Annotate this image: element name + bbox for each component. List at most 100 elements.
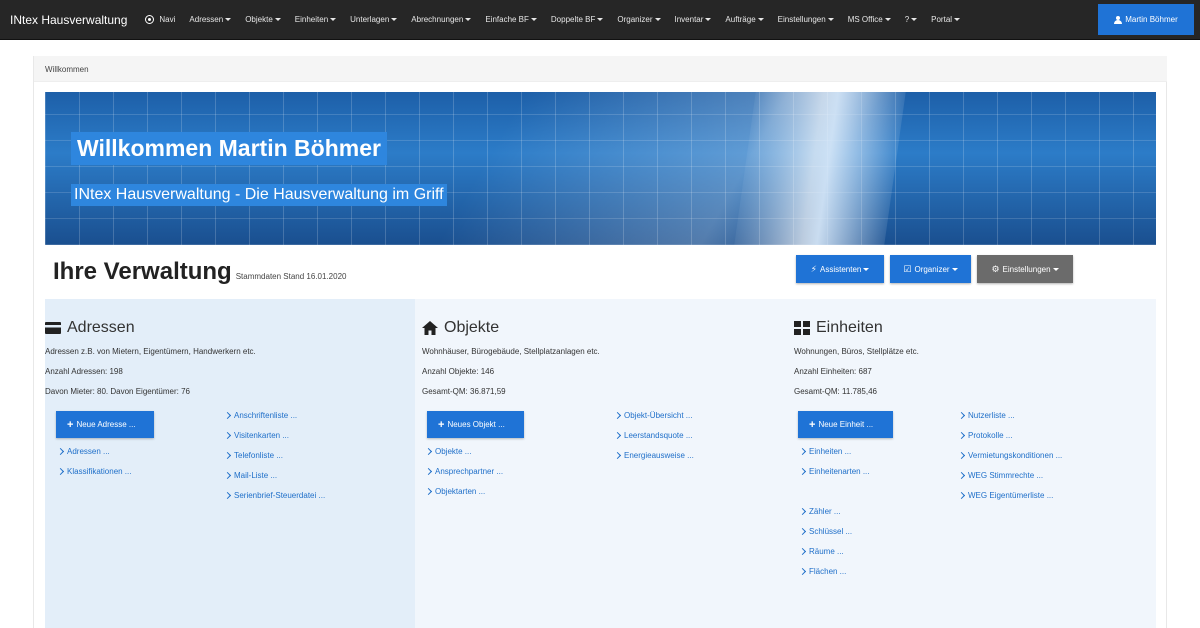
- nav-objekte[interactable]: Objekte: [245, 15, 281, 24]
- link-objekt-uebersicht[interactable]: Objekt-Übersicht ...: [613, 411, 692, 420]
- home-icon: [422, 321, 438, 335]
- grid-icon: [794, 321, 810, 335]
- chevron-right-icon: [798, 447, 807, 456]
- link-leerstandsquote[interactable]: Leerstandsquote ...: [613, 431, 693, 440]
- link-visitenkarten[interactable]: Visitenkarten ...: [223, 431, 289, 440]
- chevron-right-icon: [613, 411, 622, 420]
- nav-help[interactable]: ?: [905, 15, 918, 24]
- link-flaechen[interactable]: Flächen ...: [798, 567, 846, 576]
- caret-down-icon: [951, 267, 958, 271]
- chevron-right-icon: [957, 451, 966, 460]
- chevron-right-icon: [223, 431, 232, 440]
- stat-count: Anzahl Adressen: 198: [45, 367, 123, 376]
- section-einheiten: Einheiten Wohnungen, Büros, Stellplätze …: [787, 299, 1156, 628]
- link-nutzerliste[interactable]: Nutzerliste ...: [957, 411, 1015, 420]
- chevron-right-icon: [798, 547, 807, 556]
- caret-down-icon: [654, 18, 661, 21]
- link-einheiten[interactable]: Einheiten ...: [798, 447, 851, 456]
- new-object-button[interactable]: + Neues Objekt ...: [427, 411, 524, 438]
- nav-abrechnungen[interactable]: Abrechnungen: [411, 15, 472, 24]
- chevron-right-icon: [798, 527, 807, 536]
- nav-auftraege[interactable]: Aufträge: [725, 15, 764, 24]
- link-mail-liste[interactable]: Mail-Liste ...: [223, 471, 277, 480]
- new-address-button[interactable]: + Neue Adresse ...: [56, 411, 154, 438]
- section-desc: Wohnungen, Büros, Stellplätze etc.: [794, 347, 919, 356]
- link-schluessel[interactable]: Schlüssel ...: [798, 527, 852, 536]
- nav-adressen[interactable]: Adressen: [189, 15, 232, 24]
- link-ansprechpartner[interactable]: Ansprechpartner ...: [424, 467, 503, 476]
- link-adressen[interactable]: Adressen ...: [56, 447, 110, 456]
- link-vermietungskonditionen[interactable]: Vermietungskonditionen ...: [957, 451, 1062, 460]
- chevron-right-icon: [223, 471, 232, 480]
- link-protokolle[interactable]: Protokolle ...: [957, 431, 1012, 440]
- caret-down-icon: [884, 18, 891, 21]
- bolt-icon: ⚡: [810, 263, 817, 274]
- nav-einheiten[interactable]: Einheiten: [295, 15, 337, 24]
- caret-down-icon: [705, 18, 712, 21]
- caret-down-icon: [274, 18, 281, 21]
- section-objekte: Objekte Wohnhäuser, Bürogebäude, Stellpl…: [415, 299, 787, 628]
- link-raeume[interactable]: Räume ...: [798, 547, 844, 556]
- banner-building-image: [734, 92, 906, 245]
- nav-einfache-bf[interactable]: Einfache BF: [485, 15, 537, 24]
- chevron-right-icon: [957, 431, 966, 440]
- caret-down-icon: [597, 18, 604, 21]
- caret-down-icon: [757, 18, 764, 21]
- nav-organizer[interactable]: Organizer: [617, 15, 661, 24]
- link-telefonliste[interactable]: Telefonliste ...: [223, 451, 283, 460]
- caret-down-icon: [465, 18, 472, 21]
- nav-einstellungen[interactable]: Einstellungen: [778, 15, 834, 24]
- nav-navi[interactable]: Navi: [145, 15, 175, 24]
- chevron-right-icon: [798, 567, 807, 576]
- link-serienbrief[interactable]: Serienbrief-Steuerdatei ...: [223, 491, 325, 500]
- chevron-right-icon: [56, 467, 65, 476]
- nav-inventar[interactable]: Inventar: [675, 15, 712, 24]
- chevron-right-icon: [223, 451, 232, 460]
- stat-detail: Gesamt-QM: 36.871,59: [422, 387, 506, 396]
- gear-icon: ⚙: [991, 263, 1000, 274]
- page-container: Willkommen Willkommen Martin Böhmer INte…: [33, 56, 1167, 628]
- welcome-banner: Willkommen Martin Böhmer INtex Hausverwa…: [45, 92, 1156, 245]
- plus-icon: +: [67, 418, 74, 431]
- link-einheitenarten[interactable]: Einheitenarten ...: [798, 467, 869, 476]
- caret-down-icon: [1052, 267, 1059, 271]
- link-klassifikationen[interactable]: Klassifikationen ...: [56, 467, 131, 476]
- nav-ms-office[interactable]: MS Office: [848, 15, 891, 24]
- link-objektarten[interactable]: Objektarten ...: [424, 487, 485, 496]
- nav-portal[interactable]: Portal: [931, 15, 961, 24]
- breadcrumb: Willkommen: [34, 56, 1167, 82]
- chevron-right-icon: [957, 491, 966, 500]
- user-menu-button[interactable]: Martin Böhmer: [1098, 4, 1194, 35]
- chevron-right-icon: [798, 507, 807, 516]
- organizer-button[interactable]: ☑ Organizer: [890, 255, 971, 283]
- stammdaten-stand: Stammdaten Stand 16.01.2020: [235, 272, 347, 281]
- new-unit-button[interactable]: + Neue Einheit ...: [798, 411, 893, 438]
- caret-down-icon: [225, 18, 232, 21]
- link-weg-stimmrechte[interactable]: WEG Stimmrechte ...: [957, 471, 1043, 480]
- section-title: Einheiten: [794, 319, 1156, 337]
- top-navbar: INtex Hausverwaltung Navi Adressen Objek…: [0, 0, 1200, 40]
- caret-down-icon: [330, 18, 337, 21]
- section-adressen: Adressen Adressen z.B. von Mietern, Eige…: [45, 299, 415, 628]
- brand-logo[interactable]: INtex Hausverwaltung: [0, 13, 127, 27]
- chevron-right-icon: [957, 411, 966, 420]
- assistenten-button[interactable]: ⚡ Assistenten: [796, 255, 884, 283]
- action-buttons: ⚡ Assistenten ☑ Organizer ⚙ Einstellungen: [796, 255, 1073, 283]
- chevron-right-icon: [223, 491, 232, 500]
- target-icon: [145, 15, 155, 24]
- link-objekte[interactable]: Objekte ...: [424, 447, 471, 456]
- stat-detail: Gesamt-QM: 11.785,46: [794, 387, 877, 396]
- banner-subtitle: INtex Hausverwaltung - Die Hausverwaltun…: [71, 184, 447, 206]
- nav-doppelte-bf[interactable]: Doppelte BF: [551, 15, 604, 24]
- link-zaehler[interactable]: Zähler ...: [798, 507, 841, 516]
- link-anschriftenliste[interactable]: Anschriftenliste ...: [223, 411, 297, 420]
- stat-count: Anzahl Einheiten: 687: [794, 367, 872, 376]
- caret-down-icon: [391, 18, 398, 21]
- check-square-icon: ☑: [903, 263, 912, 274]
- link-energieausweise[interactable]: Energieausweise ...: [613, 451, 694, 460]
- nav-unterlagen[interactable]: Unterlagen: [350, 15, 398, 24]
- credit-card-icon: [45, 322, 61, 334]
- link-weg-eigentuemerliste[interactable]: WEG Eigentümerliste ...: [957, 491, 1053, 500]
- einstellungen-button[interactable]: ⚙ Einstellungen: [977, 255, 1073, 283]
- chevron-right-icon: [798, 467, 807, 476]
